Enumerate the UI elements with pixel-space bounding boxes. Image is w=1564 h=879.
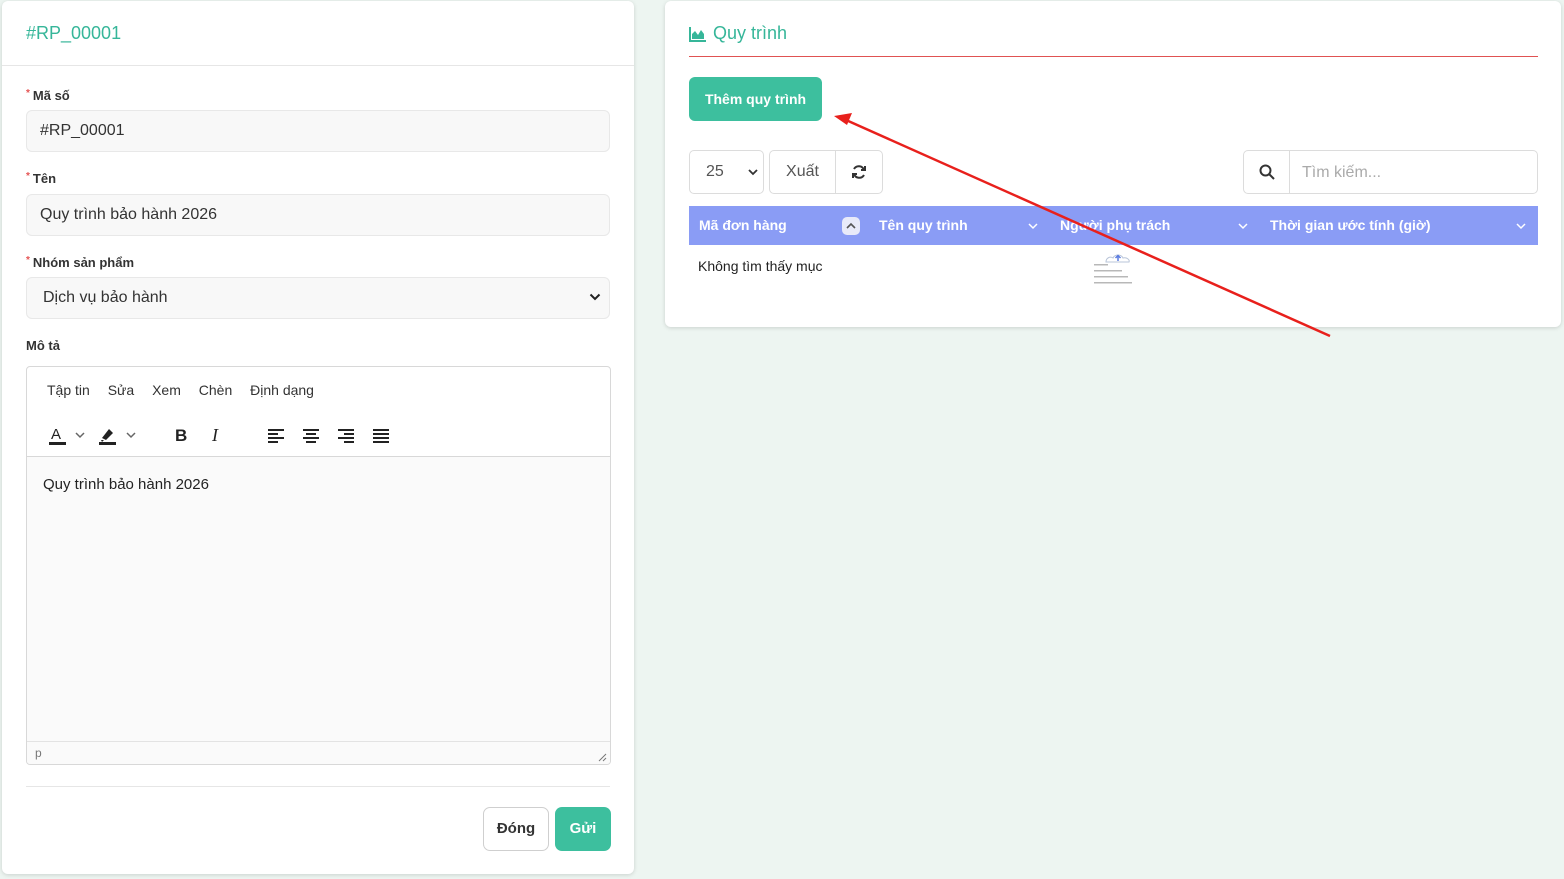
title-divider (689, 56, 1538, 57)
code-label: * Mã số (26, 88, 70, 103)
required-marker: * (26, 171, 30, 182)
header-divider (2, 65, 634, 66)
search-input[interactable] (1290, 151, 1544, 195)
product-group-select[interactable]: Dịch vụ bảo hành (26, 277, 610, 319)
code-field[interactable]: #RP_00001 (26, 110, 610, 152)
editor-toolbar: A B I (27, 415, 610, 455)
svg-text:I: I (211, 425, 219, 445)
search-icon[interactable] (1244, 151, 1290, 193)
editor-content-text: Quy trình bảo hành 2026 (43, 476, 209, 493)
resize-handle-icon[interactable] (597, 752, 607, 762)
product-group-label-text: Nhóm sản phẩm (32, 255, 135, 270)
required-marker: * (26, 88, 30, 99)
name-label: * Tên (26, 171, 56, 186)
empty-table-message: Không tìm thấy mục (698, 258, 823, 274)
refresh-button[interactable] (835, 150, 883, 194)
element-path[interactable]: p (35, 746, 42, 760)
required-marker: * (26, 255, 30, 266)
italic-icon[interactable]: I (203, 421, 229, 449)
chevron-down-icon[interactable] (72, 421, 88, 449)
page-size-value: 25 (706, 163, 724, 180)
footer-divider (26, 786, 610, 787)
menu-edit[interactable]: Sửa (108, 382, 135, 398)
table-header: Mã đơn hàng Tên quy trình Người phụ trác… (689, 206, 1538, 245)
menu-file[interactable]: Tập tin (47, 382, 90, 398)
align-center-icon[interactable] (298, 421, 324, 449)
product-group-label: * Nhóm sản phẩm (26, 255, 134, 270)
chevron-down-icon (589, 293, 601, 301)
chevron-down-icon[interactable] (1237, 220, 1249, 232)
page-size-select[interactable]: 25 (689, 150, 764, 194)
rich-text-editor: Tập tin Sửa Xem Chèn Định dạng A B I Quy… (26, 366, 611, 765)
menu-format[interactable]: Định dạng (250, 382, 314, 398)
code-label-text: Mã số (32, 88, 70, 103)
text-color-icon[interactable]: A (45, 421, 71, 449)
svg-text:B: B (175, 426, 187, 445)
chevron-down-icon[interactable] (123, 421, 139, 449)
column-process-name[interactable]: Tên quy trình (879, 206, 968, 245)
editor-menubar: Tập tin Sửa Xem Chèn Định dạng (47, 382, 328, 398)
add-process-button[interactable]: Thêm quy trình (689, 77, 822, 121)
highlight-color-icon[interactable] (95, 421, 121, 449)
close-button[interactable]: Đóng (483, 807, 549, 851)
menu-insert[interactable]: Chèn (199, 382, 232, 398)
process-list-panel: Quy trình Thêm quy trình 25 Xuất Mã đơn … (665, 1, 1561, 327)
chevron-down-icon (748, 169, 758, 176)
refresh-icon (852, 165, 866, 179)
editor-statusbar: p (27, 741, 610, 764)
align-left-icon[interactable] (263, 421, 289, 449)
name-field[interactable]: Quy trình bảo hành 2026 (26, 194, 610, 236)
process-form-panel: #RP_00001 * Mã số #RP_00001 * Tên Quy trìn… (2, 1, 634, 874)
menu-view[interactable]: Xem (152, 382, 181, 398)
product-group-value: Dịch vụ bảo hành (43, 289, 168, 306)
description-label: Mô tả (26, 338, 60, 353)
sort-asc-icon[interactable] (842, 217, 860, 235)
submit-button[interactable]: Gửi (555, 807, 611, 851)
list-title: Quy trình (689, 23, 787, 44)
editor-content-area[interactable]: Quy trình bảo hành 2026 (27, 456, 610, 742)
form-title: #RP_00001 (26, 23, 122, 43)
export-button[interactable]: Xuất (769, 150, 836, 194)
svg-text:A: A (51, 426, 61, 443)
align-right-icon[interactable] (333, 421, 359, 449)
column-assignee[interactable]: Người phụ trách (1060, 206, 1170, 245)
bold-icon[interactable]: B (168, 421, 194, 449)
list-title-text: Quy trình (713, 23, 788, 43)
search-box (1243, 150, 1544, 195)
chevron-down-icon[interactable] (1027, 220, 1039, 232)
chevron-down-icon[interactable] (1515, 220, 1527, 232)
empty-data-icon (1094, 254, 1132, 284)
column-estimated-time[interactable]: Thời gian ước tính (giờ) (1270, 206, 1431, 245)
area-chart-icon (689, 26, 706, 42)
column-order-code[interactable]: Mã đơn hàng (699, 206, 787, 245)
align-justify-icon[interactable] (368, 421, 394, 449)
name-label-text: Tên (32, 171, 57, 186)
